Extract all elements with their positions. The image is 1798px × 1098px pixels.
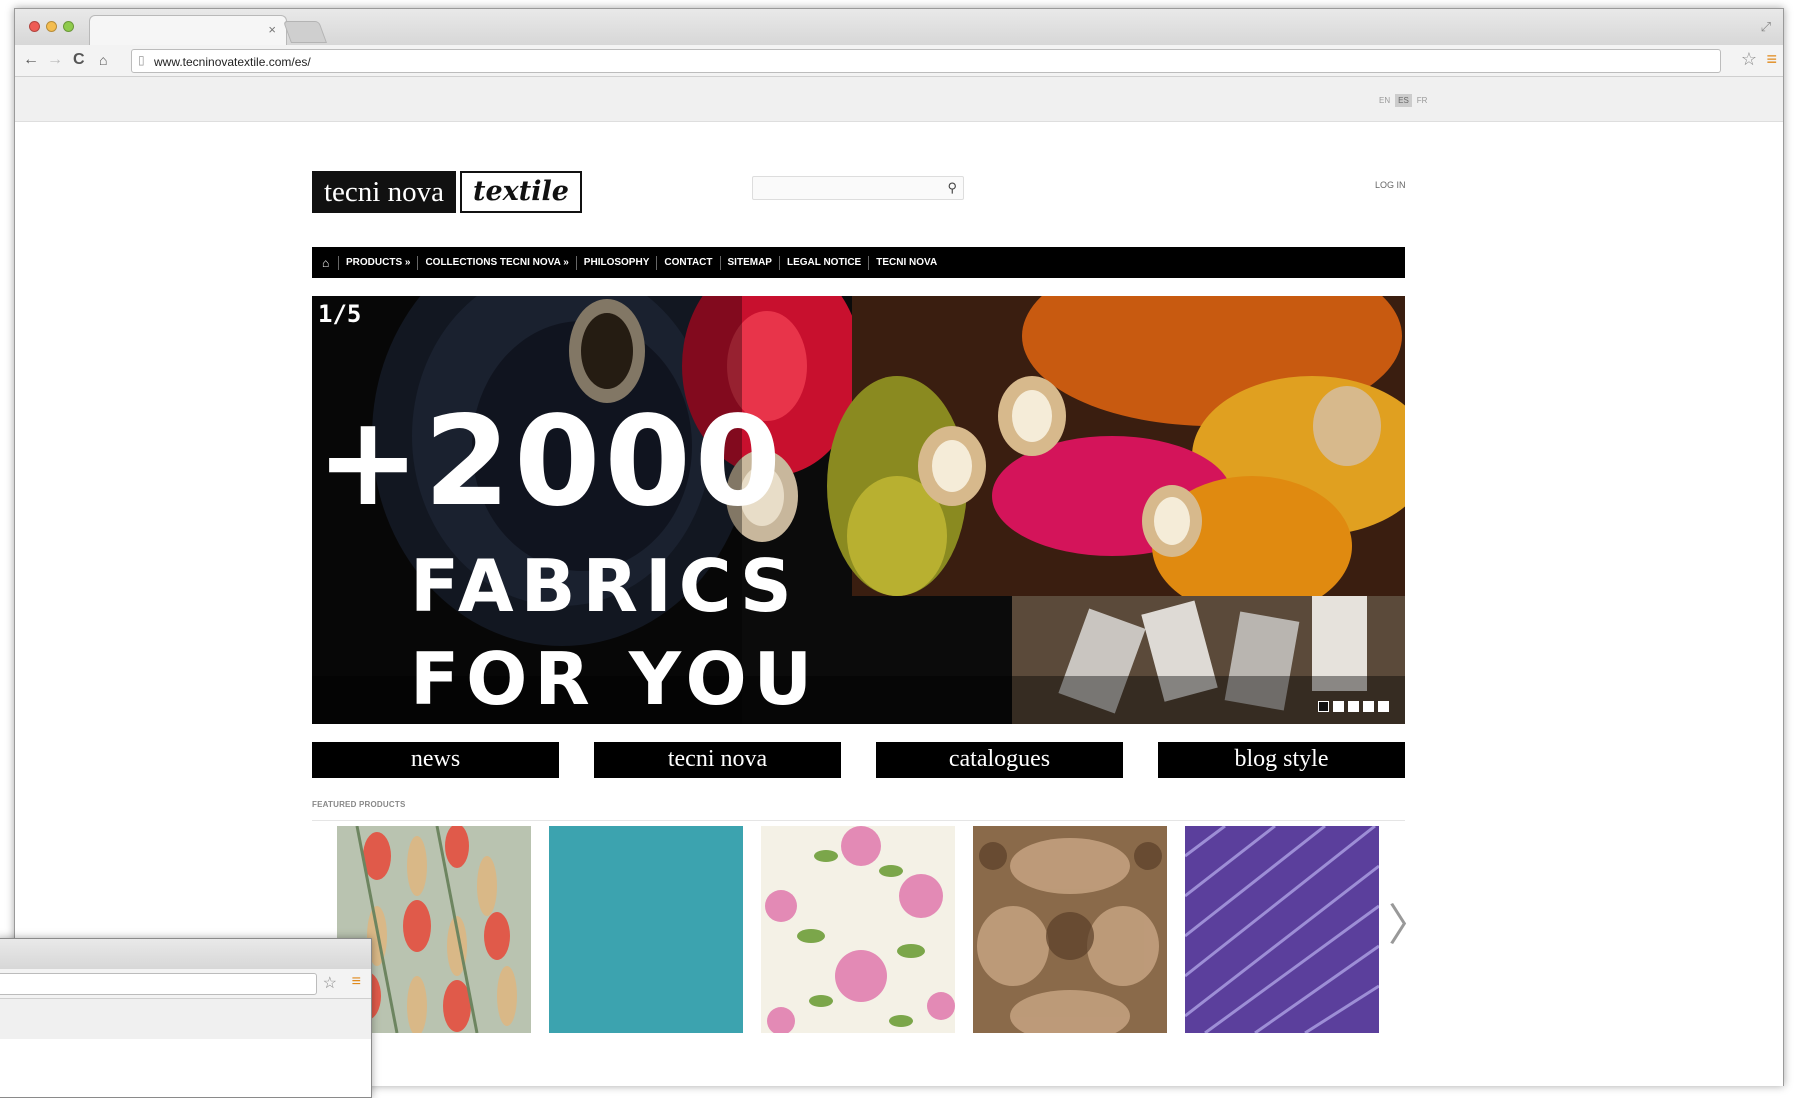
slide-counter: 1/5	[318, 300, 362, 328]
search-input[interactable]: ⚲	[752, 176, 964, 200]
nav-tecni-nova[interactable]: TECNI NOVA	[868, 255, 944, 270]
tab-close-icon[interactable]: ×	[268, 22, 276, 37]
nav-philosophy[interactable]: PHILOSOPHY	[575, 255, 657, 270]
next-arrow-icon[interactable]: 〉	[1388, 904, 1432, 948]
nav-contact[interactable]: CONTACT	[656, 255, 719, 270]
secondary-browser-window: ☆ ≡	[0, 938, 372, 1098]
close-window-button[interactable]	[29, 21, 40, 32]
maximize-window-button[interactable]	[63, 21, 74, 32]
title-bar: × ⤢	[15, 9, 1783, 45]
slide-dot[interactable]	[1363, 701, 1374, 712]
address-bar[interactable]: ▯ www.tecninovatextile.com/es/	[131, 49, 1721, 73]
search-icon[interactable]: ⚲	[947, 180, 957, 196]
logo-right: textile	[459, 171, 582, 213]
nav-collections[interactable]: COLLECTIONS TECNI NOVA »	[417, 255, 575, 270]
page-icon: ▯	[138, 53, 145, 67]
secondary-page-strip	[0, 999, 371, 1039]
hero-headline: +2000	[316, 390, 786, 534]
section-buttons: news tecni nova catalogues blog style	[312, 742, 1405, 778]
news-button[interactable]: news	[312, 742, 559, 778]
product-damask[interactable]	[973, 826, 1167, 1033]
browser-toolbar: ← → C ⌂ ▯ www.tecninovatextile.com/es/ ☆…	[15, 45, 1783, 77]
slide-dot[interactable]	[1318, 701, 1329, 712]
home-icon[interactable]: ⌂	[322, 256, 338, 270]
new-tab-button[interactable]	[282, 21, 328, 43]
featured-products-label: FEATURED PRODUCTS	[312, 800, 406, 809]
login-link[interactable]: LOG IN	[1375, 180, 1406, 190]
window-controls	[29, 21, 74, 32]
slide-dot[interactable]	[1333, 701, 1344, 712]
page-top-strip	[15, 77, 1783, 122]
divider	[312, 820, 1405, 821]
logo-left: tecni nova	[312, 171, 456, 213]
secondary-toolbar: ☆ ≡	[0, 969, 371, 999]
hero-slider[interactable]: 1/5 +2000 FABRICS FOR YOU	[312, 296, 1405, 724]
star-icon[interactable]: ☆	[1741, 49, 1757, 70]
site-logo[interactable]: tecni nova textile	[312, 171, 582, 213]
nav-sitemap[interactable]: SITEMAP	[719, 255, 779, 270]
product-purple[interactable]	[1185, 826, 1379, 1033]
slide-dots	[1318, 701, 1389, 712]
menu-icon[interactable]: ≡	[352, 973, 361, 991]
slide-dot[interactable]	[1378, 701, 1389, 712]
reload-icon[interactable]: C	[73, 51, 85, 69]
hero-line-for-you: FOR YOU	[410, 637, 820, 721]
url-text: www.tecninovatextile.com/es/	[154, 55, 311, 69]
fullscreen-icon[interactable]: ⤢	[1761, 19, 1771, 35]
language-switcher: EN ES FR	[1376, 94, 1430, 107]
nav-legal-notice[interactable]: LEGAL NOTICE	[778, 255, 868, 270]
slide-dot[interactable]	[1348, 701, 1359, 712]
menu-icon[interactable]: ≡	[1766, 49, 1777, 70]
lang-fr[interactable]: FR	[1414, 94, 1431, 107]
lang-en[interactable]: EN	[1376, 94, 1393, 107]
product-turquoise[interactable]	[549, 826, 743, 1033]
forward-arrow-icon[interactable]: →	[47, 51, 63, 69]
star-icon[interactable]: ☆	[323, 973, 337, 993]
main-nav: ⌂ PRODUCTS » COLLECTIONS TECNI NOVA » PH…	[312, 247, 1405, 278]
back-arrow-icon[interactable]: ←	[23, 51, 39, 69]
product-roses[interactable]	[761, 826, 955, 1033]
nav-products[interactable]: PRODUCTS »	[338, 255, 417, 270]
tecni-nova-button[interactable]: tecni nova	[594, 742, 841, 778]
hero-line-fabrics: FABRICS	[410, 544, 799, 628]
lang-es[interactable]: ES	[1395, 94, 1412, 107]
home-icon[interactable]: ⌂	[99, 52, 107, 68]
secondary-title-bar	[0, 939, 371, 969]
blog-style-button[interactable]: blog style	[1158, 742, 1405, 778]
browser-tab[interactable]: ×	[89, 15, 287, 45]
catalogues-button[interactable]: catalogues	[876, 742, 1123, 778]
minimize-window-button[interactable]	[46, 21, 57, 32]
secondary-address-bar[interactable]	[0, 973, 317, 995]
